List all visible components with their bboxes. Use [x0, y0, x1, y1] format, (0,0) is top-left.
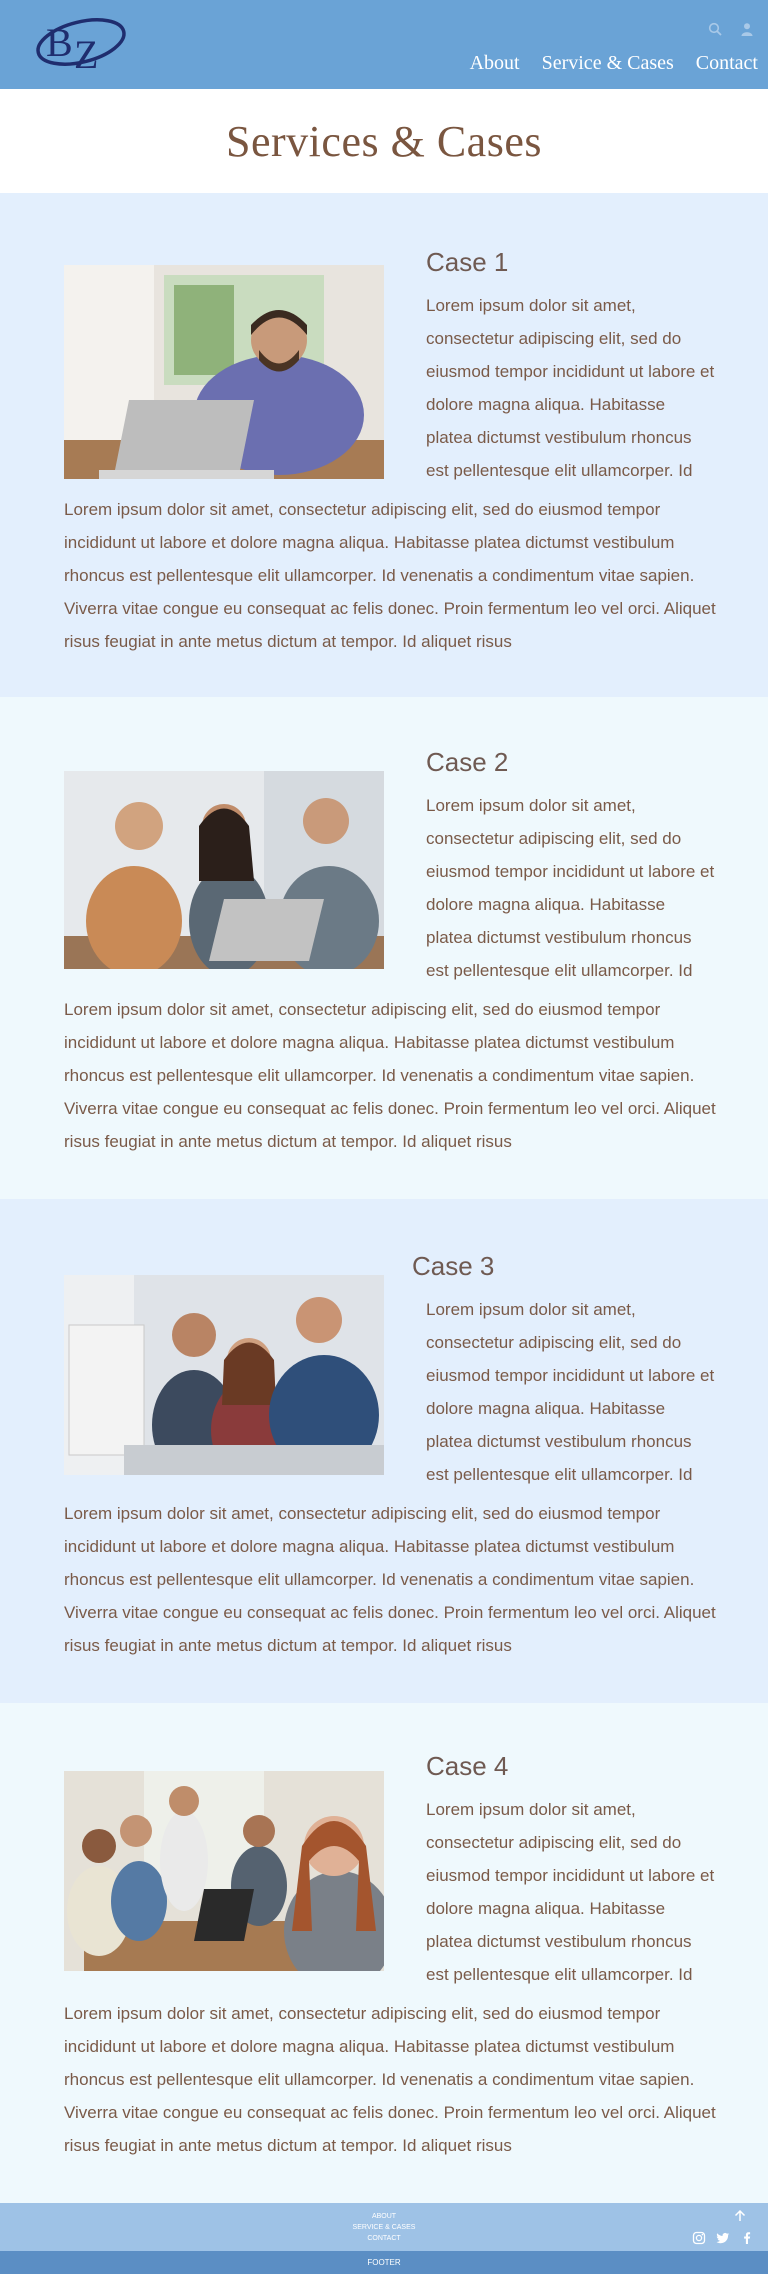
- header-utility-icons: [708, 22, 754, 36]
- case-image-1: [64, 265, 384, 479]
- brand-logo[interactable]: B Z: [32, 8, 128, 78]
- page-title: Services & Cases: [226, 116, 542, 166]
- site-header: B Z About Service & Cases Contact: [0, 0, 768, 89]
- case-title-3: Case 3: [412, 1251, 495, 1281]
- case-section-2: Case 2 Lorem ipsum dolor sit amet, conse…: [0, 697, 768, 1199]
- case-section-3: Case 3 Lorem ipsum dolor sit amet, conse…: [0, 1199, 768, 1703]
- case-section-1: Case 1 Lorem ipsum dolor sit amet, conse…: [0, 193, 768, 697]
- case-full-text-4: Lorem ipsum dolor sit amet, consectetur …: [64, 2004, 716, 2155]
- footer-link-contact[interactable]: Contact: [0, 2233, 768, 2244]
- instagram-icon[interactable]: [692, 2231, 706, 2245]
- svg-text:Z: Z: [74, 32, 98, 77]
- case-full-text-2: Lorem ipsum dolor sit amet, consectetur …: [64, 1000, 716, 1151]
- facebook-icon[interactable]: [740, 2231, 754, 2245]
- nav-link-about[interactable]: About: [470, 52, 520, 75]
- title-section: Services & Cases: [0, 89, 768, 193]
- footer-link-about[interactable]: About: [0, 2211, 768, 2222]
- footer-bottom-bar: FOOTER: [0, 2251, 768, 2274]
- footer-links: About Service & Cases Contact: [0, 2211, 768, 2244]
- case-title-4: Case 4: [426, 1751, 509, 1781]
- case-side-text-3: Lorem ipsum dolor sit amet, consectetur …: [426, 1300, 715, 1484]
- case-title-2: Case 2: [426, 747, 509, 777]
- case-title-1: Case 1: [426, 247, 509, 277]
- case-side-text-2: Lorem ipsum dolor sit amet, consectetur …: [426, 796, 715, 980]
- case-image-2: [64, 771, 384, 969]
- nav-link-contact[interactable]: Contact: [696, 52, 758, 75]
- nav-link-service-cases[interactable]: Service & Cases: [542, 52, 674, 75]
- case-full-text-3: Lorem ipsum dolor sit amet, consectetur …: [64, 1504, 716, 1655]
- twitter-icon[interactable]: [716, 2231, 730, 2245]
- case-full-text-1: Lorem ipsum dolor sit amet, consectetur …: [64, 500, 716, 651]
- case-image-4: [64, 1771, 384, 1971]
- case-side-text-4: Lorem ipsum dolor sit amet, consectetur …: [426, 1800, 715, 1984]
- social-links: [692, 2231, 754, 2245]
- main-nav: About Service & Cases Contact: [470, 52, 758, 75]
- bz-logo-icon: B Z: [36, 18, 126, 77]
- svg-text:B: B: [46, 20, 73, 65]
- arrow-up-icon[interactable]: [734, 2209, 746, 2221]
- footer-label: FOOTER: [367, 2258, 401, 2267]
- site-footer: About Service & Cases Contact FOOTER: [0, 2203, 768, 2274]
- footer-main: About Service & Cases Contact: [0, 2203, 768, 2251]
- user-icon[interactable]: [740, 22, 754, 36]
- search-icon[interactable]: [708, 22, 722, 36]
- footer-link-service-cases[interactable]: Service & Cases: [0, 2222, 768, 2233]
- case-image-3: [64, 1275, 384, 1475]
- case-side-text-1: Lorem ipsum dolor sit amet, consectetur …: [426, 296, 715, 480]
- case-section-4: Case 4 Lorem ipsum dolor sit amet, conse…: [0, 1703, 768, 2203]
